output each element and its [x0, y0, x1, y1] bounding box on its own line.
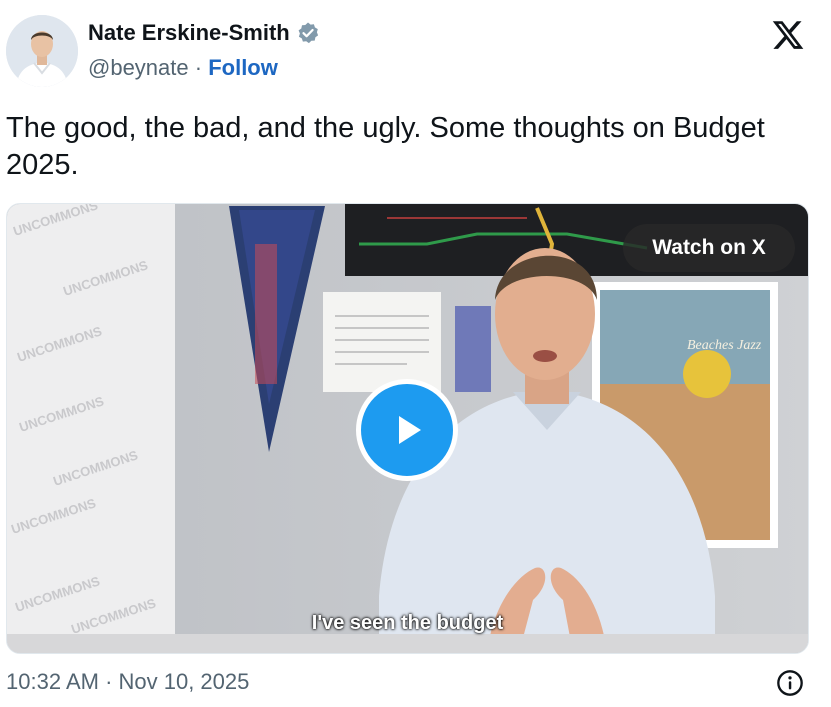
wall-notice	[323, 292, 441, 392]
author-name[interactable]: Nate Erskine-Smith	[88, 20, 290, 46]
poster-title: Beaches Jazz	[687, 338, 762, 353]
author-name-row: Nate Erskine-Smith	[88, 20, 320, 46]
avatar-portrait	[6, 15, 78, 87]
x-logo-icon[interactable]	[771, 18, 805, 52]
tweet-text: The good, the bad, and the ugly. Some th…	[6, 112, 765, 181]
info-icon[interactable]	[776, 669, 804, 697]
follow-button[interactable]: Follow	[208, 55, 278, 80]
author-avatar[interactable]	[6, 15, 78, 87]
author-handle[interactable]: @beynate	[88, 55, 189, 80]
small-poster	[455, 306, 491, 392]
author-handle-row: @beynate · Follow	[88, 55, 278, 81]
video-player[interactable]: UNCOMMONS UNCOMMONS UNCOMMONS UNCOMMONS …	[6, 203, 809, 654]
handle-separator: ·	[194, 55, 203, 80]
play-button[interactable]	[356, 379, 458, 481]
video-caption: I've seen the budget	[311, 612, 504, 634]
play-icon	[399, 416, 421, 444]
tweet-timestamp[interactable]: 10:32 AM · Nov 10, 2025	[6, 669, 249, 695]
verified-badge-icon	[298, 22, 318, 44]
watch-on-x-button[interactable]: Watch on X	[623, 224, 795, 272]
